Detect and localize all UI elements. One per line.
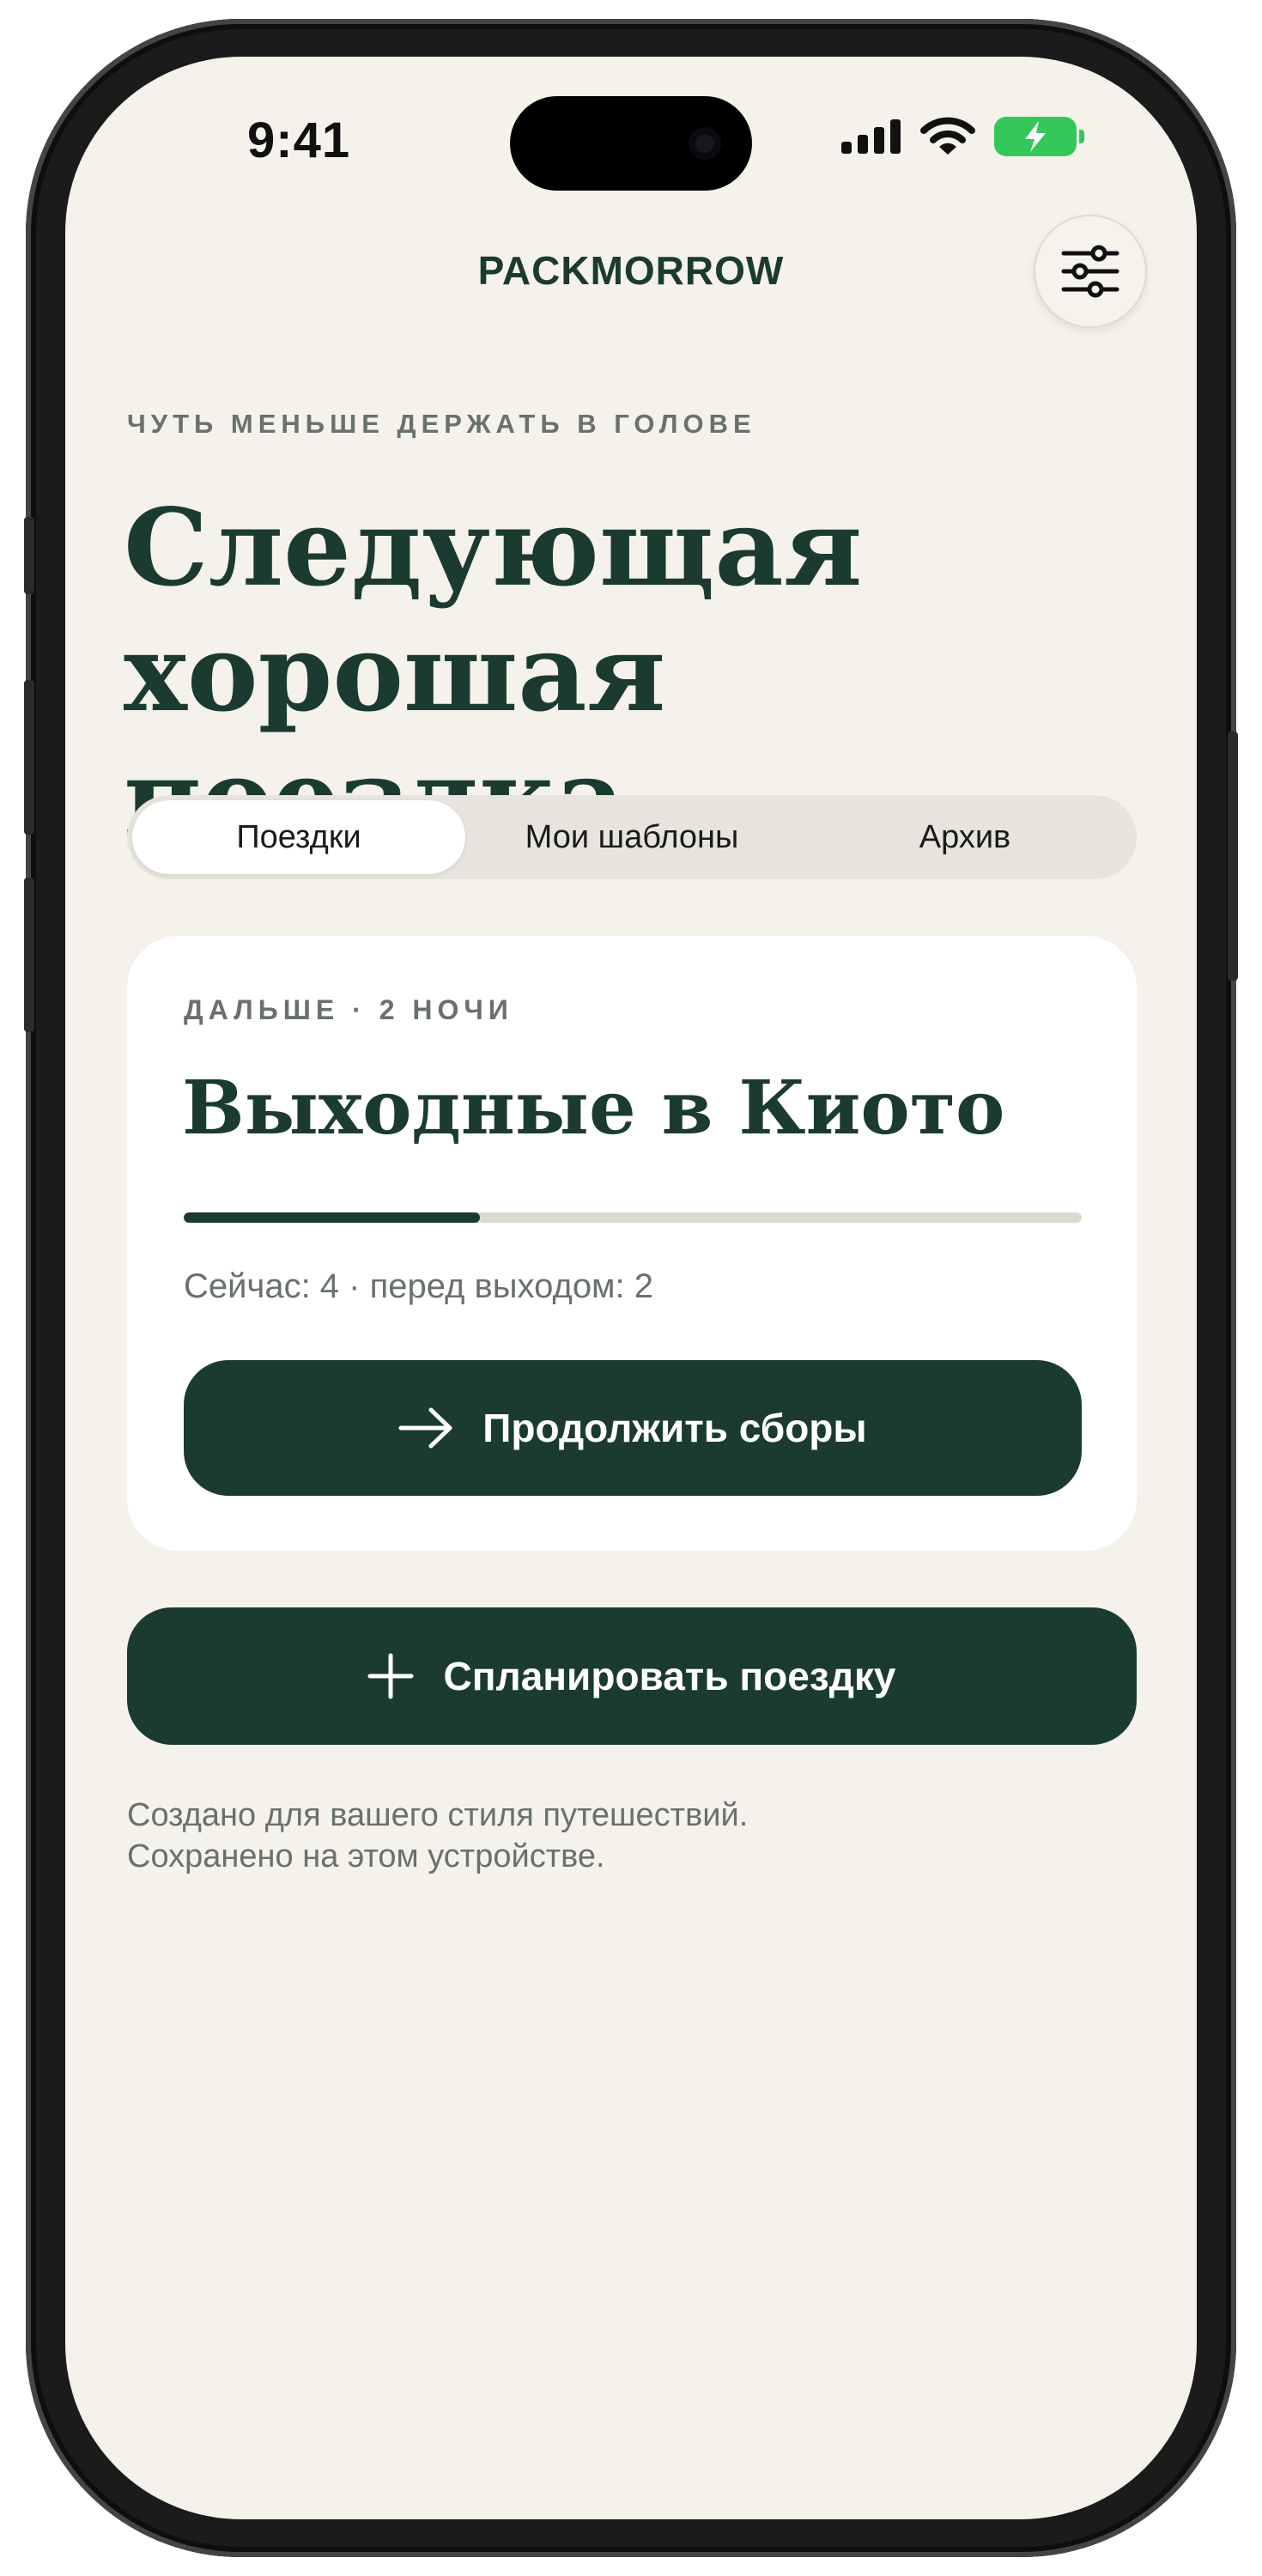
app-title: PACKMORROW bbox=[477, 248, 785, 293]
footer-line-2: Сохранено на этом устройстве. bbox=[127, 1838, 605, 1874]
packing-progress-bar bbox=[184, 1212, 1082, 1223]
packing-stats: Сейчас: 4 · перед выходом: 2 bbox=[184, 1267, 654, 1305]
plus-icon bbox=[367, 1653, 414, 1699]
segmented-tabs: Поездки Мои шаблоны Архив bbox=[127, 795, 1137, 879]
charging-bolt-icon bbox=[1025, 121, 1046, 152]
trip-title: Выходные в Киото bbox=[182, 1065, 1005, 1151]
tab-trips[interactable]: Поездки bbox=[132, 800, 465, 874]
status-icons bbox=[841, 117, 1084, 156]
plan-trip-button[interactable]: Спланировать поездку bbox=[127, 1607, 1137, 1745]
tab-my-templates[interactable]: Мои шаблоны bbox=[465, 800, 798, 874]
sliders-icon bbox=[1061, 245, 1119, 298]
volume-down-button bbox=[24, 878, 34, 1032]
power-button bbox=[1228, 732, 1238, 981]
cellular-signal-icon bbox=[841, 119, 901, 154]
status-time: 9:41 bbox=[247, 112, 351, 168]
footer-note: Создано для вашего стиля путешествий. Со… bbox=[127, 1795, 748, 1877]
tagline: ЧУТЬ МЕНЬШЕ ДЕРЖАТЬ В ГОЛОВЕ bbox=[127, 409, 756, 439]
tab-archive[interactable]: Архив bbox=[798, 800, 1132, 874]
plan-trip-label: Спланировать поездку bbox=[443, 1654, 896, 1698]
dynamic-island bbox=[510, 96, 752, 191]
continue-packing-label: Продолжить сборы bbox=[482, 1406, 867, 1450]
settings-button[interactable] bbox=[1034, 215, 1147, 328]
wifi-icon bbox=[920, 117, 975, 155]
page-title-line-1: Следующая bbox=[124, 486, 863, 611]
app-screen: 9:41 PACKMORROW ЧУТЬ МЕНЬШЕ ДЕРЖАТЬ В ГО… bbox=[65, 57, 1197, 2519]
camera-icon bbox=[689, 127, 721, 160]
volume-up-button bbox=[24, 680, 34, 835]
continue-packing-button[interactable]: Продолжить сборы bbox=[184, 1360, 1082, 1496]
action-button bbox=[24, 517, 34, 594]
footer-line-1: Создано для вашего стиля путешествий. bbox=[127, 1797, 749, 1833]
trip-meta: ДАЛЬШЕ · 2 НОЧИ bbox=[184, 994, 513, 1025]
battery-icon bbox=[994, 117, 1084, 156]
arrow-right-icon bbox=[398, 1407, 452, 1449]
upcoming-trip-card: ДАЛЬШЕ · 2 НОЧИ Выходные в Киото Сейчас:… bbox=[127, 936, 1137, 1551]
packing-progress-fill bbox=[184, 1212, 481, 1223]
